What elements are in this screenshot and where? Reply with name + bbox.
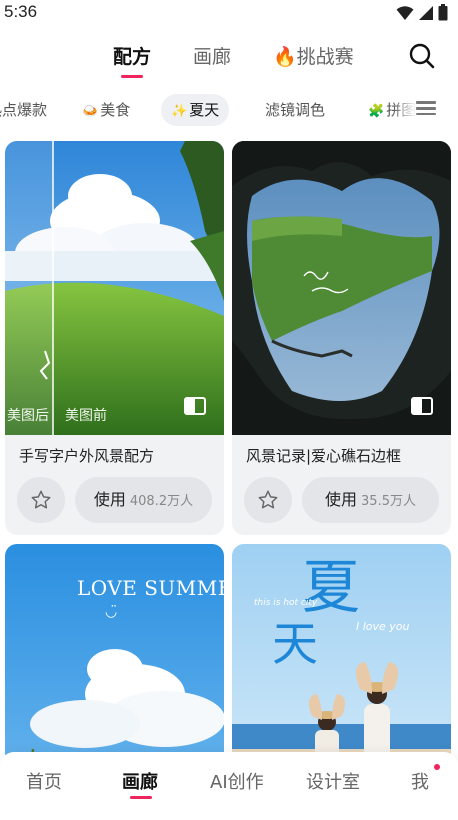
notification-badge: [434, 764, 440, 770]
favorite-button[interactable]: [244, 477, 292, 523]
sparkle-icon: ✨: [171, 104, 188, 119]
menu-icon[interactable]: [414, 98, 438, 122]
chip-label: 热点爆款: [0, 101, 48, 119]
tab-recipe[interactable]: 配方: [113, 42, 151, 69]
compare-icon[interactable]: [184, 397, 206, 415]
star-icon: [31, 490, 51, 509]
nav-design-room[interactable]: 设计室: [306, 768, 360, 794]
wifi-icon: [396, 5, 414, 20]
top-tabs: 配方 画廊 🔥挑战赛: [0, 36, 458, 84]
tab-challenge[interactable]: 🔥挑战赛: [273, 42, 354, 69]
overlay-text: 天: [272, 617, 318, 671]
landscape-image: [5, 141, 224, 435]
use-count: 35.5万人: [361, 494, 416, 509]
overlay-text: this is hot city: [254, 598, 318, 608]
puzzle-icon: 🧩: [368, 104, 385, 119]
nav-gallery[interactable]: 画廊: [122, 768, 158, 794]
chip-label: 美食: [100, 101, 131, 119]
chip-label: 夏天: [189, 101, 220, 119]
use-count: 408.2万人: [129, 494, 194, 509]
use-label: 使用: [93, 490, 126, 509]
category-chips: 热点爆款 🍛美食 ✨夏天 滤镜调色 🧩拼图: [0, 92, 458, 128]
status-icons: [396, 4, 448, 21]
card-image: 美图后 美图前: [5, 141, 224, 435]
recipe-card[interactable]: 美图后 美图前 手写字户外风景配方 使用 408.2万人: [5, 141, 224, 535]
chips-fade: [392, 92, 416, 128]
chip-hot[interactable]: 热点爆款: [0, 94, 57, 126]
card-title: 手写字户外风景配方: [19, 447, 155, 465]
card-image: [232, 141, 451, 435]
top-tab-indicator: [121, 75, 143, 78]
use-label: 使用: [325, 490, 358, 509]
bottom-nav: 首页 画廊 AI创作 设计室 我: [0, 752, 458, 820]
recipe-card[interactable]: 风景记录|爱心礁石边框 使用 35.5万人: [232, 141, 451, 535]
overlay-text: I love you: [356, 620, 410, 633]
compare-icon[interactable]: [411, 397, 433, 415]
signal-icon: [419, 5, 433, 20]
food-bowl-icon: 🍛: [82, 104, 99, 119]
use-button[interactable]: 使用 35.5万人: [302, 477, 439, 523]
battery-icon: [438, 4, 448, 21]
smile-doodle: ◡̈: [105, 604, 118, 620]
status-bar: 5:36: [0, 0, 458, 26]
card-title: 风景记录|爱心礁石边框: [246, 447, 402, 465]
before-label: 美图前: [65, 408, 107, 424]
use-button[interactable]: 使用 408.2万人: [75, 477, 212, 523]
status-time: 5:36: [4, 2, 38, 21]
star-icon: [258, 490, 278, 509]
favorite-button[interactable]: [17, 477, 65, 523]
nav-home[interactable]: 首页: [26, 768, 62, 794]
chip-food[interactable]: 🍛 美食: [72, 94, 140, 126]
nav-indicator: [130, 796, 152, 799]
chip-filter[interactable]: 滤镜调色: [255, 94, 335, 126]
nav-me[interactable]: 我: [411, 768, 429, 794]
search-icon[interactable]: [408, 42, 436, 70]
tab-gallery[interactable]: 画廊: [193, 42, 231, 69]
overlay-text: LOVE SUMMER: [77, 576, 224, 600]
chip-summer[interactable]: ✨ 夏天: [161, 94, 230, 126]
nav-ai-create[interactable]: AI创作: [210, 768, 264, 794]
after-label: 美图后: [7, 408, 49, 424]
chip-label: 滤镜调色: [265, 101, 326, 119]
rock-frame-image: [232, 141, 451, 435]
